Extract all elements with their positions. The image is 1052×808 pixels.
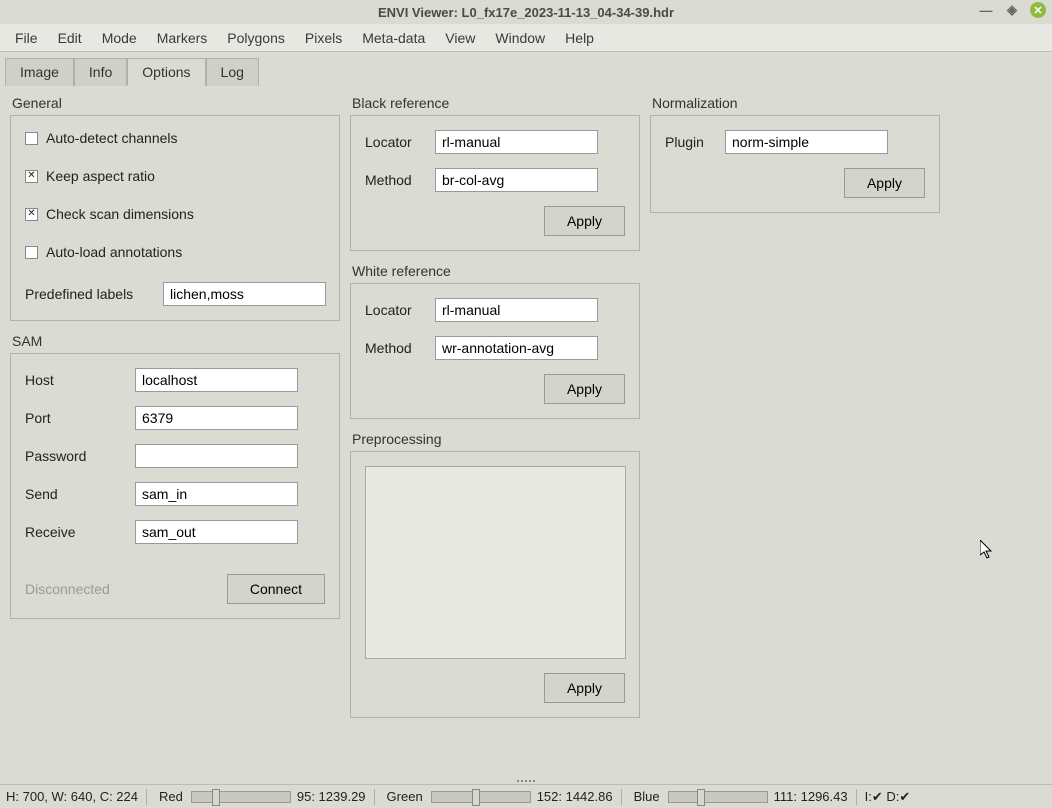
wr-apply-button[interactable]: Apply — [544, 374, 625, 404]
wr-method-input[interactable] — [435, 336, 598, 360]
whiteref-group: Locator Method Apply — [350, 283, 640, 419]
menu-pixels[interactable]: Pixels — [296, 26, 351, 50]
menu-window[interactable]: Window — [486, 26, 554, 50]
norm-title: Normalization — [650, 95, 940, 111]
auto-load-label: Auto-load annotations — [46, 244, 182, 260]
red-label: Red — [159, 789, 183, 804]
connect-button[interactable]: Connect — [227, 574, 325, 604]
titlebar: ENVI Viewer: L0_fx17e_2023-11-13_04-34-3… — [0, 0, 1052, 24]
green-label: Green — [387, 789, 423, 804]
br-method-input[interactable] — [435, 168, 598, 192]
menubar: File Edit Mode Markers Polygons Pixels M… — [0, 24, 1052, 52]
whiteref-title: White reference — [350, 263, 640, 279]
preproc-apply-button[interactable]: Apply — [544, 673, 625, 703]
blackref-group: Locator Method Apply — [350, 115, 640, 251]
send-input[interactable] — [135, 482, 298, 506]
scan-label: Check scan dimensions — [46, 206, 194, 222]
norm-apply-button[interactable]: Apply — [844, 168, 925, 198]
wr-locator-label: Locator — [365, 302, 425, 318]
password-input[interactable] — [135, 444, 298, 468]
port-label: Port — [25, 410, 125, 426]
blue-value: 111: 1296.43 — [774, 789, 848, 804]
green-slider[interactable] — [431, 791, 531, 803]
close-icon[interactable]: ✕ — [1030, 2, 1046, 18]
menu-view[interactable]: View — [436, 26, 484, 50]
menu-markers[interactable]: Markers — [148, 26, 217, 50]
tab-image[interactable]: Image — [5, 58, 74, 86]
host-input[interactable] — [135, 368, 298, 392]
blue-slider[interactable] — [668, 791, 768, 803]
host-label: Host — [25, 372, 125, 388]
menu-edit[interactable]: Edit — [49, 26, 91, 50]
wr-method-label: Method — [365, 340, 425, 356]
send-label: Send — [25, 486, 125, 502]
plugin-input[interactable] — [725, 130, 888, 154]
aspect-checkbox[interactable]: ✕ — [25, 170, 38, 183]
tab-log[interactable]: Log — [206, 58, 259, 86]
plugin-label: Plugin — [665, 134, 715, 150]
general-title: General — [10, 95, 340, 111]
status-dims: H: 700, W: 640, C: 224 — [6, 789, 138, 804]
menu-metadata[interactable]: Meta-data — [353, 26, 434, 50]
sam-status: Disconnected — [25, 581, 110, 597]
predef-input[interactable] — [163, 282, 326, 306]
br-locator-input[interactable] — [435, 130, 598, 154]
receive-input[interactable] — [135, 520, 298, 544]
window-title: ENVI Viewer: L0_fx17e_2023-11-13_04-34-3… — [378, 5, 674, 20]
br-method-label: Method — [365, 172, 425, 188]
menu-help[interactable]: Help — [556, 26, 603, 50]
receive-label: Receive — [25, 524, 125, 540]
br-locator-label: Locator — [365, 134, 425, 150]
auto-detect-label: Auto-detect channels — [46, 130, 178, 146]
preproc-list[interactable] — [365, 466, 626, 659]
menu-polygons[interactable]: Polygons — [218, 26, 294, 50]
red-value: 95: 1239.29 — [297, 789, 366, 804]
window-controls: — ◈ ✕ — [978, 2, 1046, 18]
maximize-icon[interactable]: ◈ — [1004, 2, 1020, 18]
norm-group: Plugin Apply — [650, 115, 940, 213]
sam-group: Host Port Password Send Receive — [10, 353, 340, 619]
menu-file[interactable]: File — [6, 26, 47, 50]
wr-locator-input[interactable] — [435, 298, 598, 322]
blackref-title: Black reference — [350, 95, 640, 111]
tab-options[interactable]: Options — [127, 58, 205, 86]
green-value: 152: 1442.86 — [537, 789, 613, 804]
preproc-title: Preprocessing — [350, 431, 640, 447]
auto-load-checkbox[interactable] — [25, 246, 38, 259]
general-group: Auto-detect channels ✕ Keep aspect ratio… — [10, 115, 340, 321]
status-flags: I:✔ D:✔ — [865, 789, 911, 805]
preproc-group: Apply — [350, 451, 640, 718]
port-input[interactable] — [135, 406, 298, 430]
auto-detect-checkbox[interactable] — [25, 132, 38, 145]
minimize-icon[interactable]: — — [978, 2, 994, 18]
blue-label: Blue — [634, 789, 660, 804]
sam-title: SAM — [10, 333, 340, 349]
tab-info[interactable]: Info — [74, 58, 127, 86]
tab-strip: Image Info Options Log — [0, 52, 1052, 85]
content-area: General Auto-detect channels ✕ Keep aspe… — [0, 85, 1052, 728]
predef-label: Predefined labels — [25, 286, 153, 302]
scan-checkbox[interactable]: ✕ — [25, 208, 38, 221]
red-slider[interactable] — [191, 791, 291, 803]
statusbar: H: 700, W: 640, C: 224 Red 95: 1239.29 G… — [0, 784, 1052, 808]
aspect-label: Keep aspect ratio — [46, 168, 155, 184]
menu-mode[interactable]: Mode — [93, 26, 146, 50]
br-apply-button[interactable]: Apply — [544, 206, 625, 236]
password-label: Password — [25, 448, 125, 464]
